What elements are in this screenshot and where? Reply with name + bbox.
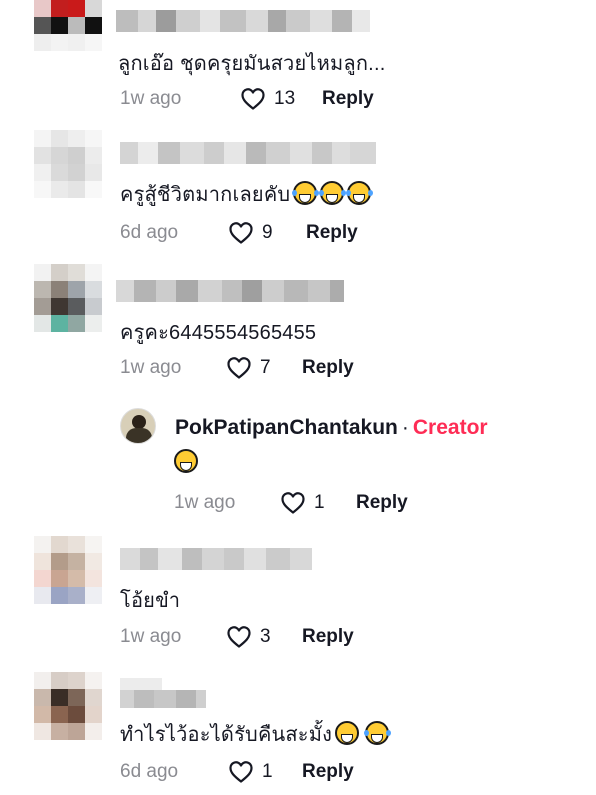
reply-button[interactable]: Reply: [302, 761, 354, 783]
like-count: 7: [260, 357, 271, 378]
like-button[interactable]: 1: [228, 760, 302, 784]
tears-of-joy-emoji-icon: [319, 181, 345, 205]
tears-of-joy-emoji-icon: [346, 181, 372, 205]
like-count: 1: [314, 492, 325, 513]
like-button[interactable]: 1: [280, 491, 354, 515]
reply-button[interactable]: Reply: [302, 357, 354, 379]
username-blurred[interactable]: [116, 280, 344, 302]
username-blurred[interactable]: [116, 10, 370, 32]
commenter-avatar[interactable]: [34, 672, 102, 740]
tears-of-joy-emoji-icon: [364, 721, 390, 745]
like-count: 9: [262, 222, 273, 243]
comment-time: 6d ago: [120, 222, 179, 243]
comment-text: ครูสู้ชีวิตมากเลยคับ: [120, 178, 372, 210]
tears-of-joy-emoji-icon: [292, 181, 318, 205]
like-button[interactable]: 13: [240, 87, 314, 111]
reply-button[interactable]: Reply: [356, 492, 408, 514]
name-separator: ·: [401, 416, 409, 439]
comment-meta: 1w ago 13 Reply: [120, 86, 374, 112]
reply-button[interactable]: Reply: [302, 626, 354, 648]
reply-text: [174, 449, 198, 475]
heart-outline-icon: [229, 222, 253, 244]
like-button[interactable]: 7: [226, 356, 300, 380]
comment-meta: 6d ago 9 Reply: [120, 220, 358, 246]
heart-outline-icon: [229, 761, 253, 783]
commenter-avatar[interactable]: [34, 0, 102, 52]
commenter-avatar[interactable]: [34, 264, 102, 332]
commenter-avatar[interactable]: [34, 130, 102, 198]
comment-text: โอ้ยขำ: [120, 590, 181, 612]
comment-time: 1w ago: [120, 88, 182, 109]
username-blurred[interactable]: [120, 548, 312, 570]
heart-outline-icon: [227, 357, 251, 379]
like-count: 3: [260, 626, 271, 647]
like-count: 13: [274, 88, 296, 109]
comment-text: ทำไรไว้อะได้รับคืนสะมั้ง: [120, 718, 390, 750]
grinning-emoji-icon: [174, 449, 198, 473]
creator-avatar[interactable]: [120, 408, 156, 444]
like-count: 1: [262, 761, 273, 782]
like-button[interactable]: 9: [228, 221, 302, 245]
comment-time: 6d ago: [120, 761, 179, 782]
heart-outline-icon: [281, 492, 305, 514]
creator-name-line: PokPatipanChantakun · Creator: [175, 416, 488, 440]
comment-time: 1w ago: [120, 357, 182, 378]
username-blurred[interactable]: [120, 142, 376, 164]
comment-time: 1w ago: [174, 492, 236, 513]
comment-meta: 1w ago 3 Reply: [120, 624, 354, 650]
comment-text: ลูกเอ๊อ ชุดครุยมันสวยไหมลูก...: [118, 53, 386, 75]
comment-text: ครูคะ6445554565455: [120, 322, 317, 344]
comment-meta: 1w ago 7 Reply: [120, 355, 354, 381]
heart-outline-icon: [227, 626, 251, 648]
creator-badge: Creator: [412, 416, 488, 439]
commenter-avatar[interactable]: [34, 536, 102, 604]
like-button[interactable]: 3: [226, 625, 300, 649]
username-blurred[interactable]: [120, 678, 206, 708]
creator-username[interactable]: PokPatipanChantakun: [175, 416, 398, 439]
comment-meta: 6d ago 1 Reply: [120, 759, 354, 785]
comment-meta: 1w ago 1 Reply: [174, 490, 408, 516]
reply-button[interactable]: Reply: [306, 222, 358, 244]
reply-button[interactable]: Reply: [322, 88, 374, 110]
comment-time: 1w ago: [120, 626, 182, 647]
grinning-emoji-icon: [335, 721, 360, 745]
heart-outline-icon: [241, 88, 265, 110]
